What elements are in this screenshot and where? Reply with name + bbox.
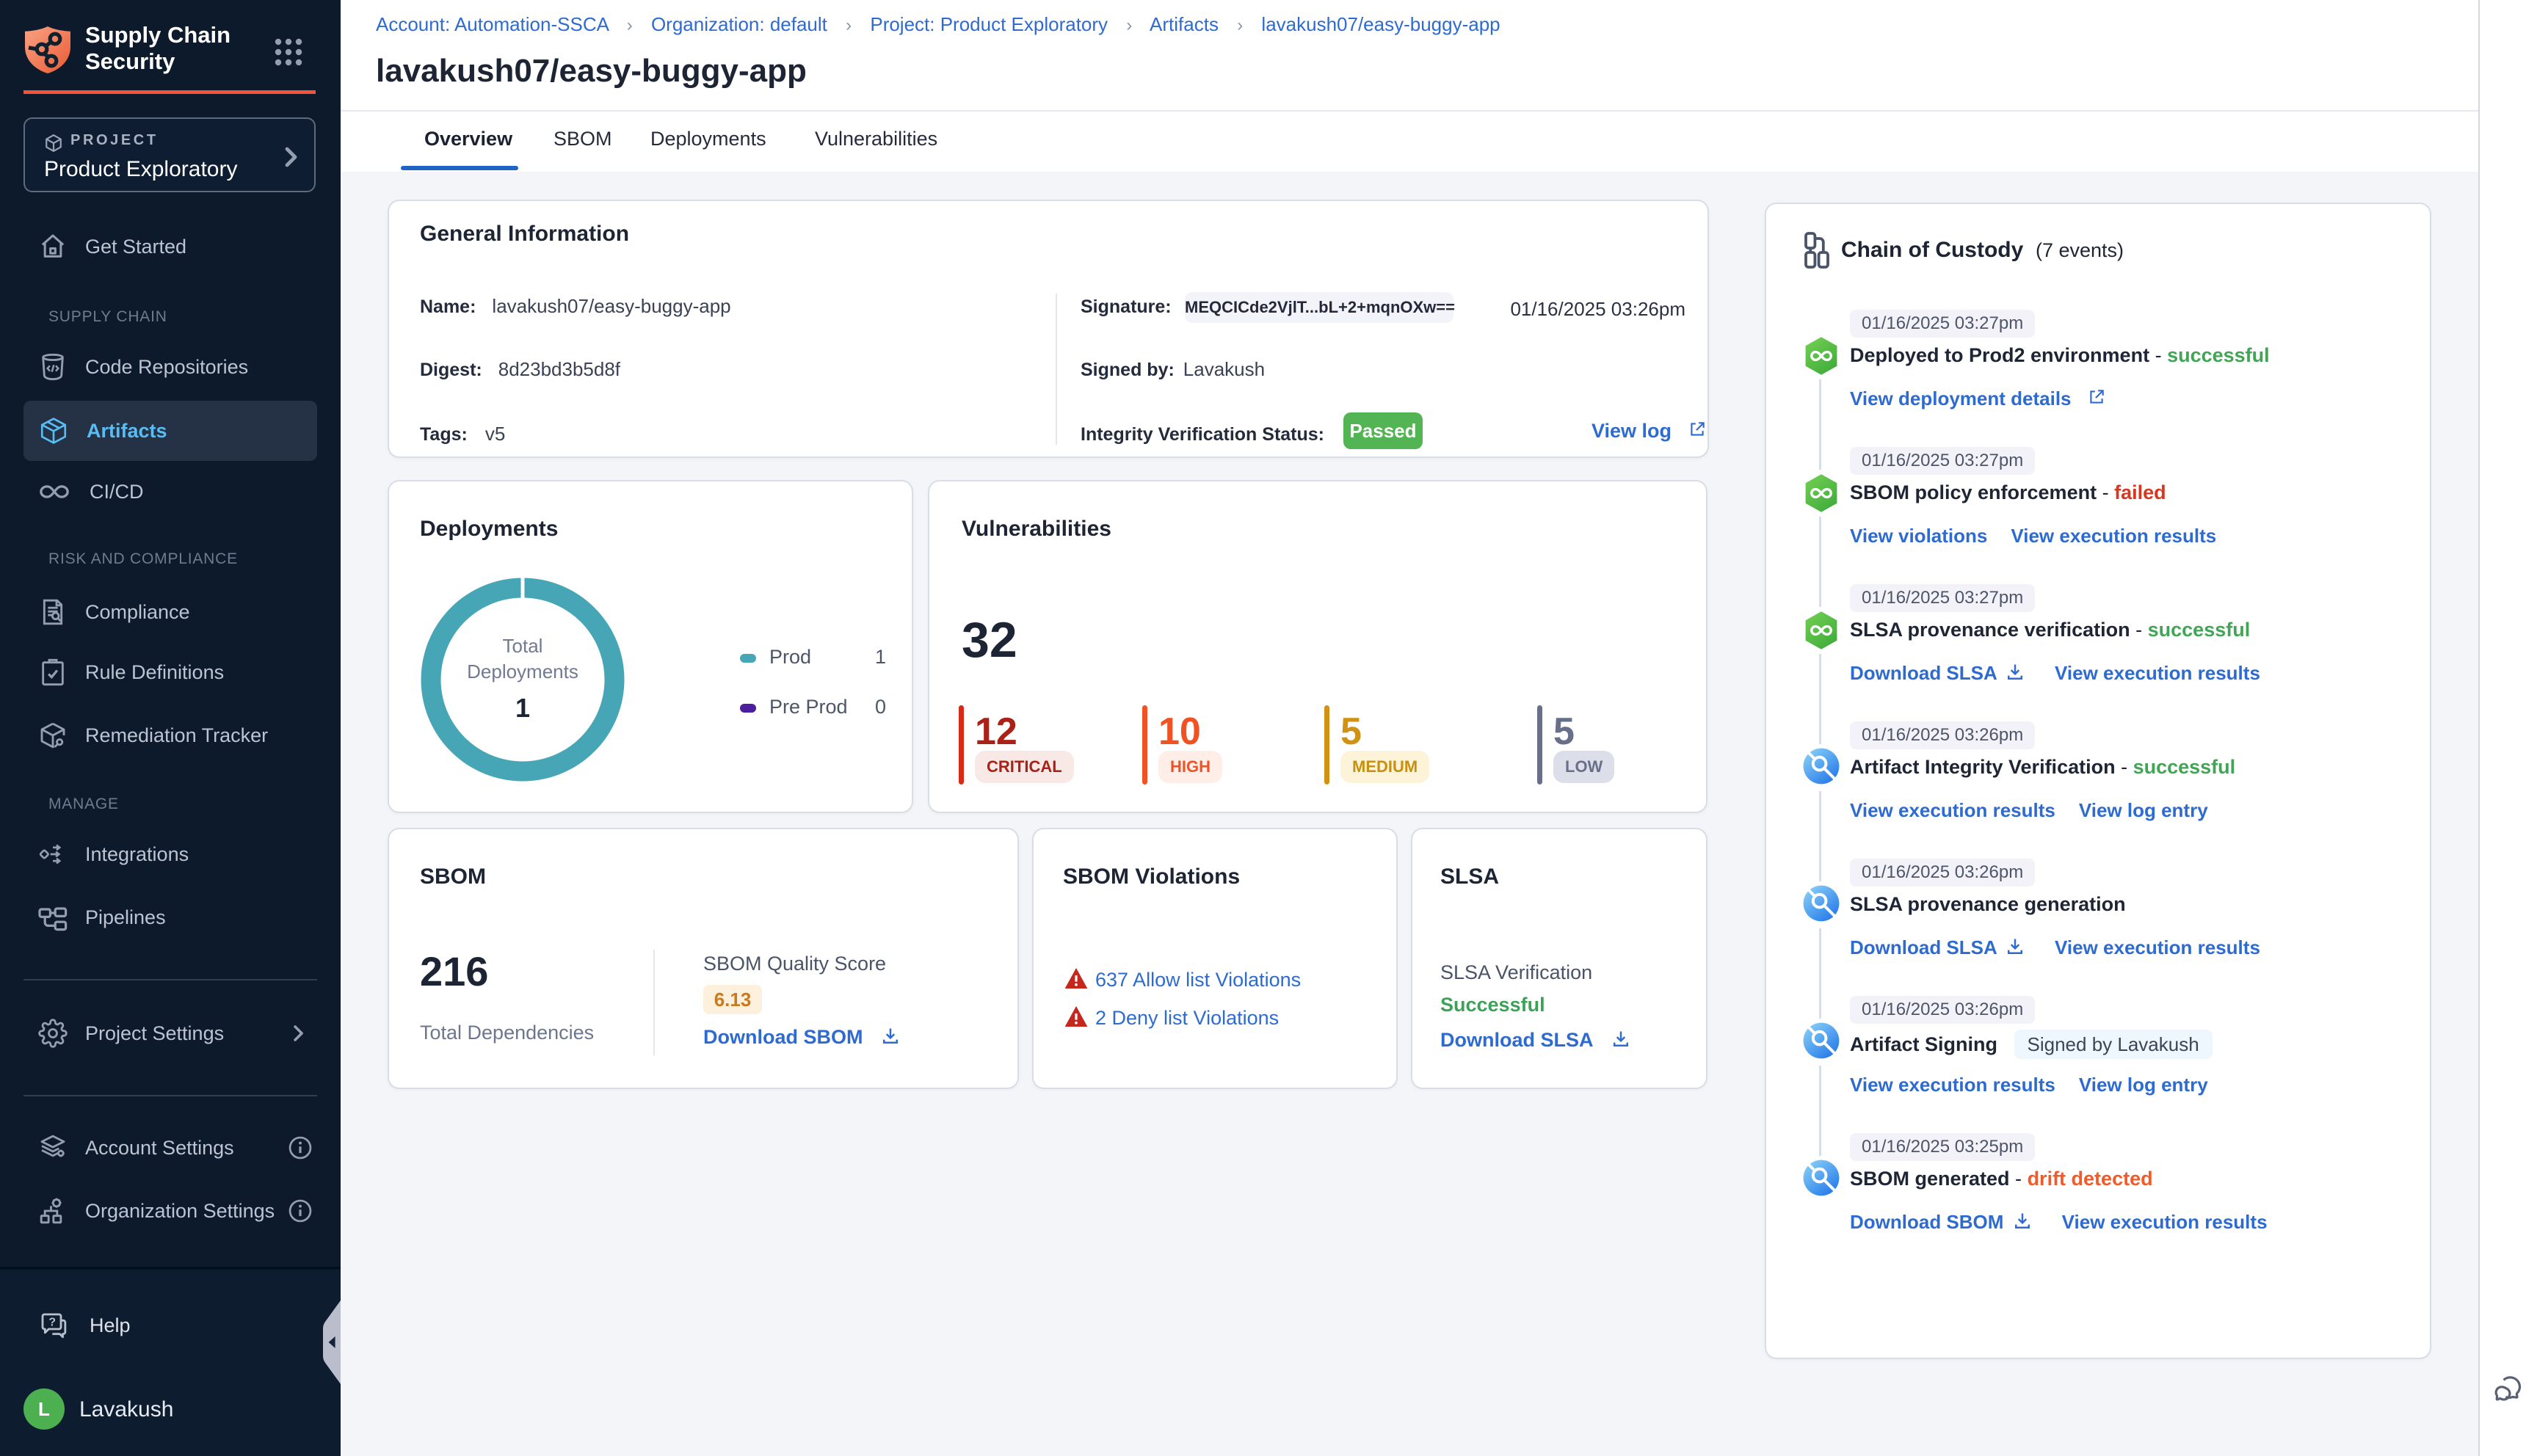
svg-text:?: ? xyxy=(48,1316,56,1328)
